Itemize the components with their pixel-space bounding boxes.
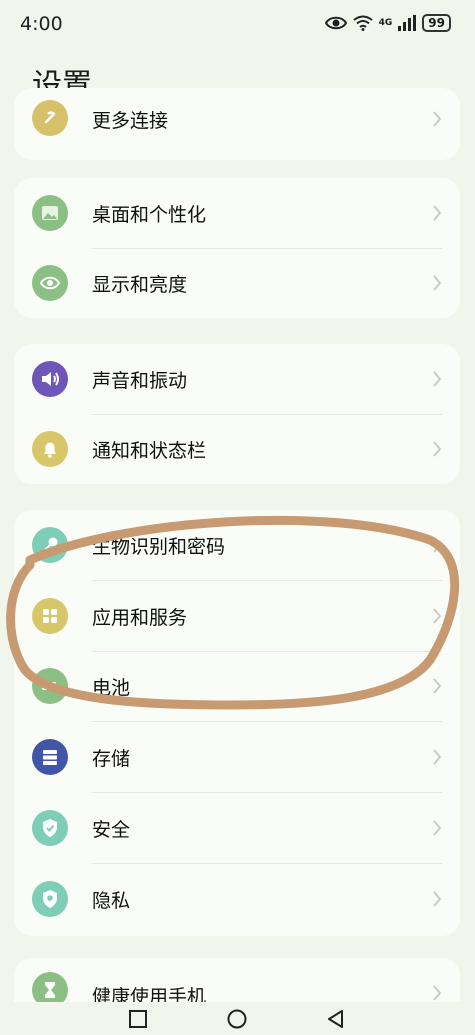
settings-item-more-connections[interactable]: 更多连接 [14,88,460,158]
settings-item-label: 电池 [92,677,131,699]
settings-item-biometrics-password[interactable]: 生物识别和密码 [14,510,460,580]
apps-icon [32,598,68,634]
settings-group-connections: 更多连接 [14,88,460,160]
settings-item-label: 声音和振动 [92,370,188,392]
chevron-right-icon [433,275,442,291]
status-bar: 4:00 4G 99 [0,0,475,48]
hourglass-icon [32,972,68,1002]
settings-item-label: 存储 [92,748,131,770]
settings-item-label: 应用和服务 [92,607,188,629]
status-icons: 4G 99 [324,14,451,32]
chevron-right-icon [433,820,442,836]
settings-item-label: 更多连接 [92,110,169,132]
wifi-icon [353,15,373,31]
settings-group-wellbeing: 健康使用手机 [14,958,460,1002]
chevron-right-icon [433,537,442,553]
settings-item-storage[interactable]: 存储 [14,722,460,792]
chevron-right-icon [433,371,442,387]
signal-icon [398,15,417,31]
wallpaper-icon [32,195,68,231]
settings-item-security[interactable]: 安全 [14,793,460,863]
settings-item-wallpaper[interactable]: 桌面和个性化 [14,178,460,248]
privacy-icon [32,881,68,917]
key-icon [32,527,68,563]
eye-icon [324,16,347,30]
storage-icon [32,739,68,775]
chevron-right-icon [433,205,442,221]
bell-icon [32,431,68,467]
status-time: 4:00 [20,13,63,35]
settings-group-system: 生物识别和密码 应用和服务 电池 存储 安全 隐私 [14,510,460,936]
network-type: 4G [378,18,393,28]
chevron-right-icon [433,891,442,907]
settings-item-privacy[interactable]: 隐私 [14,864,460,934]
settings-group-sound: 声音和振动 通知和状态栏 [14,344,460,484]
chevron-right-icon [433,749,442,765]
recent-apps-button[interactable] [126,1008,150,1030]
settings-item-label: 健康使用手机 [92,986,207,1002]
settings-item-display-brightness[interactable]: 显示和亮度 [14,248,460,318]
speaker-icon [32,361,68,397]
settings-item-label: 生物识别和密码 [92,536,226,558]
eye-icon [32,265,68,301]
link-icon [32,100,68,136]
settings-item-label: 安全 [92,819,131,841]
shield-check-icon [32,810,68,846]
settings-item-label: 桌面和个性化 [92,204,207,226]
settings-item-digital-wellbeing[interactable]: 健康使用手机 [14,958,460,1002]
chevron-right-icon [433,985,442,1001]
settings-item-battery[interactable]: 电池 [14,651,460,721]
settings-item-label: 隐私 [92,890,131,912]
settings-item-label: 显示和亮度 [92,274,188,296]
chevron-right-icon [433,111,442,127]
chevron-right-icon [433,608,442,624]
chevron-right-icon [433,678,442,694]
battery-icon [32,668,68,704]
settings-item-apps-services[interactable]: 应用和服务 [14,581,460,651]
battery-icon: 99 [422,14,451,32]
settings-item-notifications[interactable]: 通知和状态栏 [14,414,460,484]
settings-item-label: 通知和状态栏 [92,440,207,462]
settings-group-display: 桌面和个性化 显示和亮度 [14,178,460,318]
settings-item-sound-vibration[interactable]: 声音和振动 [14,344,460,414]
chevron-right-icon [433,441,442,457]
home-button[interactable] [225,1008,249,1030]
back-button[interactable] [324,1008,348,1030]
navigation-bar [0,1002,475,1035]
